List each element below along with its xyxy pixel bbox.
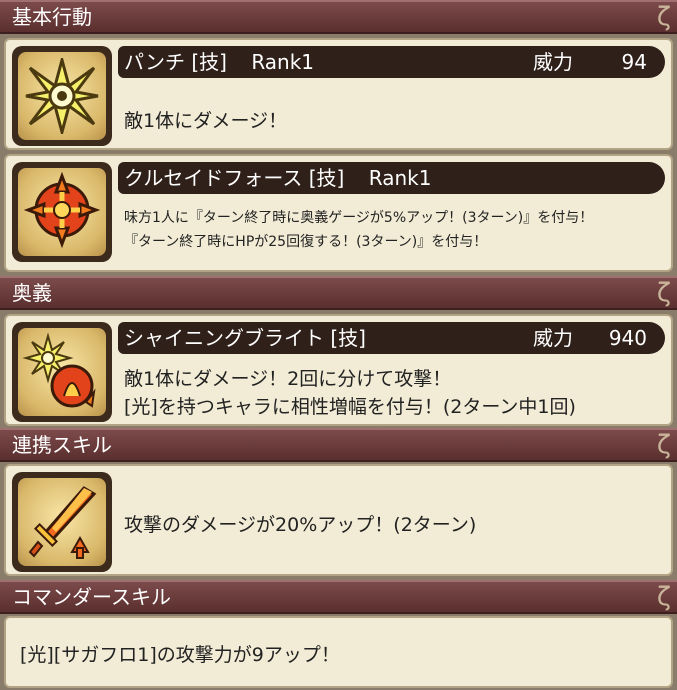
skill-icon-frame [12,46,112,146]
skill-description: [光][サガフロ1]の攻撃力が9アップ！ [20,644,340,666]
skill-panel-commander[interactable]: [光][サガフロ1]の攻撃力が9アップ！ [4,616,673,688]
flaming-sword-icon [28,486,97,559]
power-value: 940 [608,326,647,350]
skill-description-line-1: 敵1体にダメージ！2回に分けて攻撃！ [124,368,452,390]
skill-icon-frame [12,472,112,572]
skill-title-bar: クルセイドフォース [技] Rank1 [118,162,665,194]
curl-ornament-icon: ζ [656,582,671,612]
section-header-commander-skill: コマンダースキル ζ [0,580,677,614]
skill-description: 攻撃のダメージが20%アップ！(2ターン) [124,514,477,536]
power-label: 威力 [533,50,573,74]
skill-name: パンチ [技] [124,50,227,74]
skill-panel-link[interactable]: 攻撃のダメージが20%アップ！(2ターン) [4,464,673,576]
skill-description-line-2: 『ターン終了時にHPが25回復する！(3ターン)』を付与！ [124,234,488,250]
section-header-ougi: 奥義 ζ [0,276,677,310]
star-burst-icon [25,58,99,134]
curl-ornament-icon: ζ [656,2,671,32]
skill-description: 敵1体にダメージ！ [124,110,288,132]
power-label: 威力 [533,326,573,350]
section-title: 奥義 [12,281,52,305]
skill-title-bar: パンチ [技] Rank1 威力 94 [118,46,665,78]
skill-description-line-2: [光]を持つキャラに相性増幅を付与！(2ターン中1回) [124,396,576,418]
section-header-link-skill: 連携スキル ζ [0,428,677,462]
skill-panel-shining-bright[interactable]: シャイニングブライト [技] 威力 940 敵1体にダメージ！2回に分けて攻撃！… [4,314,673,426]
curl-ornament-icon: ζ [656,278,671,308]
skill-rank: Rank1 [251,50,315,74]
section-header-basic: 基本行動 ζ [0,0,677,34]
skill-icon-frame [12,322,112,422]
skill-panel-punch[interactable]: パンチ [技] Rank1 威力 94 敵1体にダメージ！ [4,38,673,150]
section-title: コマンダースキル [12,585,171,609]
skill-panel-crusade[interactable]: クルセイドフォース [技] Rank1 味方1人に『ターン終了時に奥義ゲージが5… [4,154,673,272]
skill-title-bar: シャイニングブライト [技] 威力 940 [118,322,665,354]
section-title: 連携スキル [12,433,112,457]
crusade-emblem-icon [23,172,101,249]
shining-bright-icon [22,332,96,408]
skill-rank: Rank1 [368,166,432,190]
skill-name: クルセイドフォース [技] [124,166,345,190]
curl-ornament-icon: ζ [656,430,671,460]
skill-icon-frame [12,162,112,262]
power-value: 94 [621,50,647,74]
section-title: 基本行動 [12,5,92,29]
skill-description-line-1: 味方1人に『ターン終了時に奥義ゲージが5%アップ！(3ターン)』を付与！ [124,210,594,226]
skill-name: シャイニングブライト [技] [124,326,366,350]
